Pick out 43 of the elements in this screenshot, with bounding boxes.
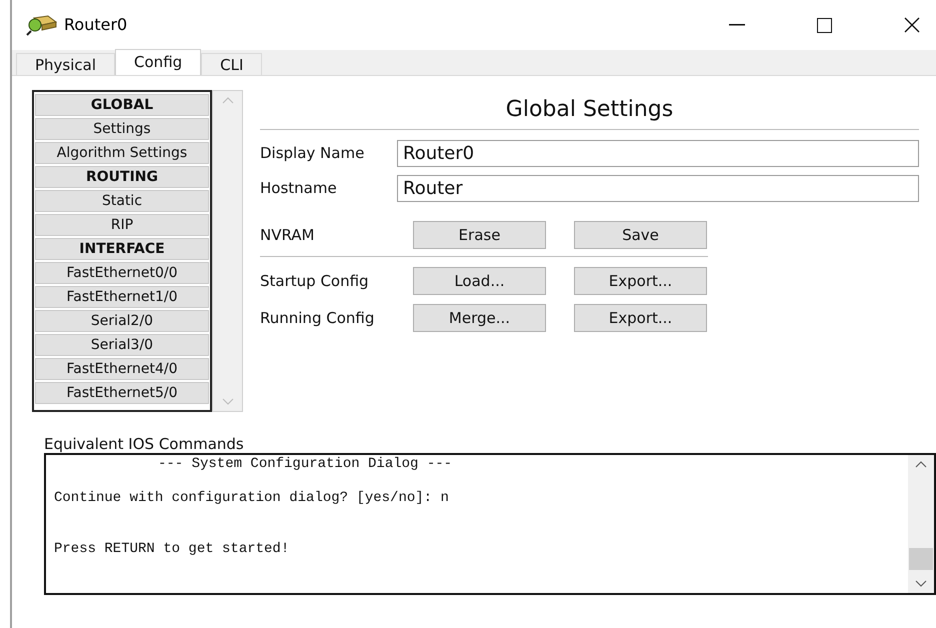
sidebar-header[interactable]: ROUTING: [35, 166, 209, 188]
console-label: Equivalent IOS Commands: [44, 436, 245, 453]
panel-button[interactable]: Save: [574, 221, 707, 249]
sidebar-item[interactable]: Serial3/0: [35, 334, 209, 356]
panel-title: Global Settings: [260, 90, 919, 130]
field-label: Display Name: [260, 143, 366, 164]
config-label: Startup Config: [260, 270, 370, 292]
sidebar-item[interactable]: Serial2/0: [35, 310, 209, 332]
input-field[interactable]: Router: [397, 175, 919, 202]
panel-button[interactable]: Erase: [413, 221, 546, 249]
input-field[interactable]: Router0: [397, 140, 919, 167]
config-label: Running Config: [260, 308, 376, 329]
field-label: Hostname: [260, 178, 338, 200]
close-icon[interactable]: [904, 17, 920, 33]
scrollbar[interactable]: [908, 455, 934, 593]
panel-button[interactable]: Export...: [574, 304, 707, 332]
panel-button[interactable]: Merge...: [413, 304, 546, 332]
sidebar-item[interactable]: FastEthernet5/0: [35, 382, 209, 404]
nvram-label: NVRAM: [260, 224, 316, 246]
sidebar-item[interactable]: FastEthernet4/0: [35, 358, 209, 380]
sidebar-item[interactable]: FastEthernet0/0: [35, 262, 209, 284]
tab[interactable]: Config: [115, 49, 202, 75]
scroll-thumb[interactable]: [909, 548, 933, 570]
router-icon: [26, 14, 58, 36]
scroll-down-icon[interactable]: [915, 580, 927, 587]
tab[interactable]: Physical: [16, 53, 116, 75]
console-line: Press RETURN to get started!: [53, 541, 290, 558]
sidebar-header[interactable]: INTERFACE: [35, 238, 209, 260]
minimize-icon[interactable]: [729, 24, 745, 26]
sidebar-item[interactable]: Algorithm Settings: [35, 142, 209, 164]
window-title: Router0: [64, 14, 128, 36]
sidebar-item[interactable]: FastEthernet1/0: [35, 286, 209, 308]
console-line: Continue with configuration dialog? [yes/no]: n: [53, 490, 450, 507]
tab[interactable]: CLI: [201, 53, 262, 75]
panel-button[interactable]: Export...: [574, 267, 707, 295]
sidebar-item[interactable]: RIP: [35, 214, 209, 236]
maximize-icon[interactable]: [817, 18, 832, 32]
scroll-up-icon[interactable]: [915, 461, 927, 468]
panel-button[interactable]: Load...: [413, 267, 546, 295]
sidebar-item[interactable]: Static: [35, 190, 209, 212]
sidebar-header[interactable]: GLOBAL: [35, 94, 209, 116]
console-line: --- System Configuration Dialog ---: [157, 456, 454, 473]
sidebar-item[interactable]: Settings: [35, 118, 209, 140]
